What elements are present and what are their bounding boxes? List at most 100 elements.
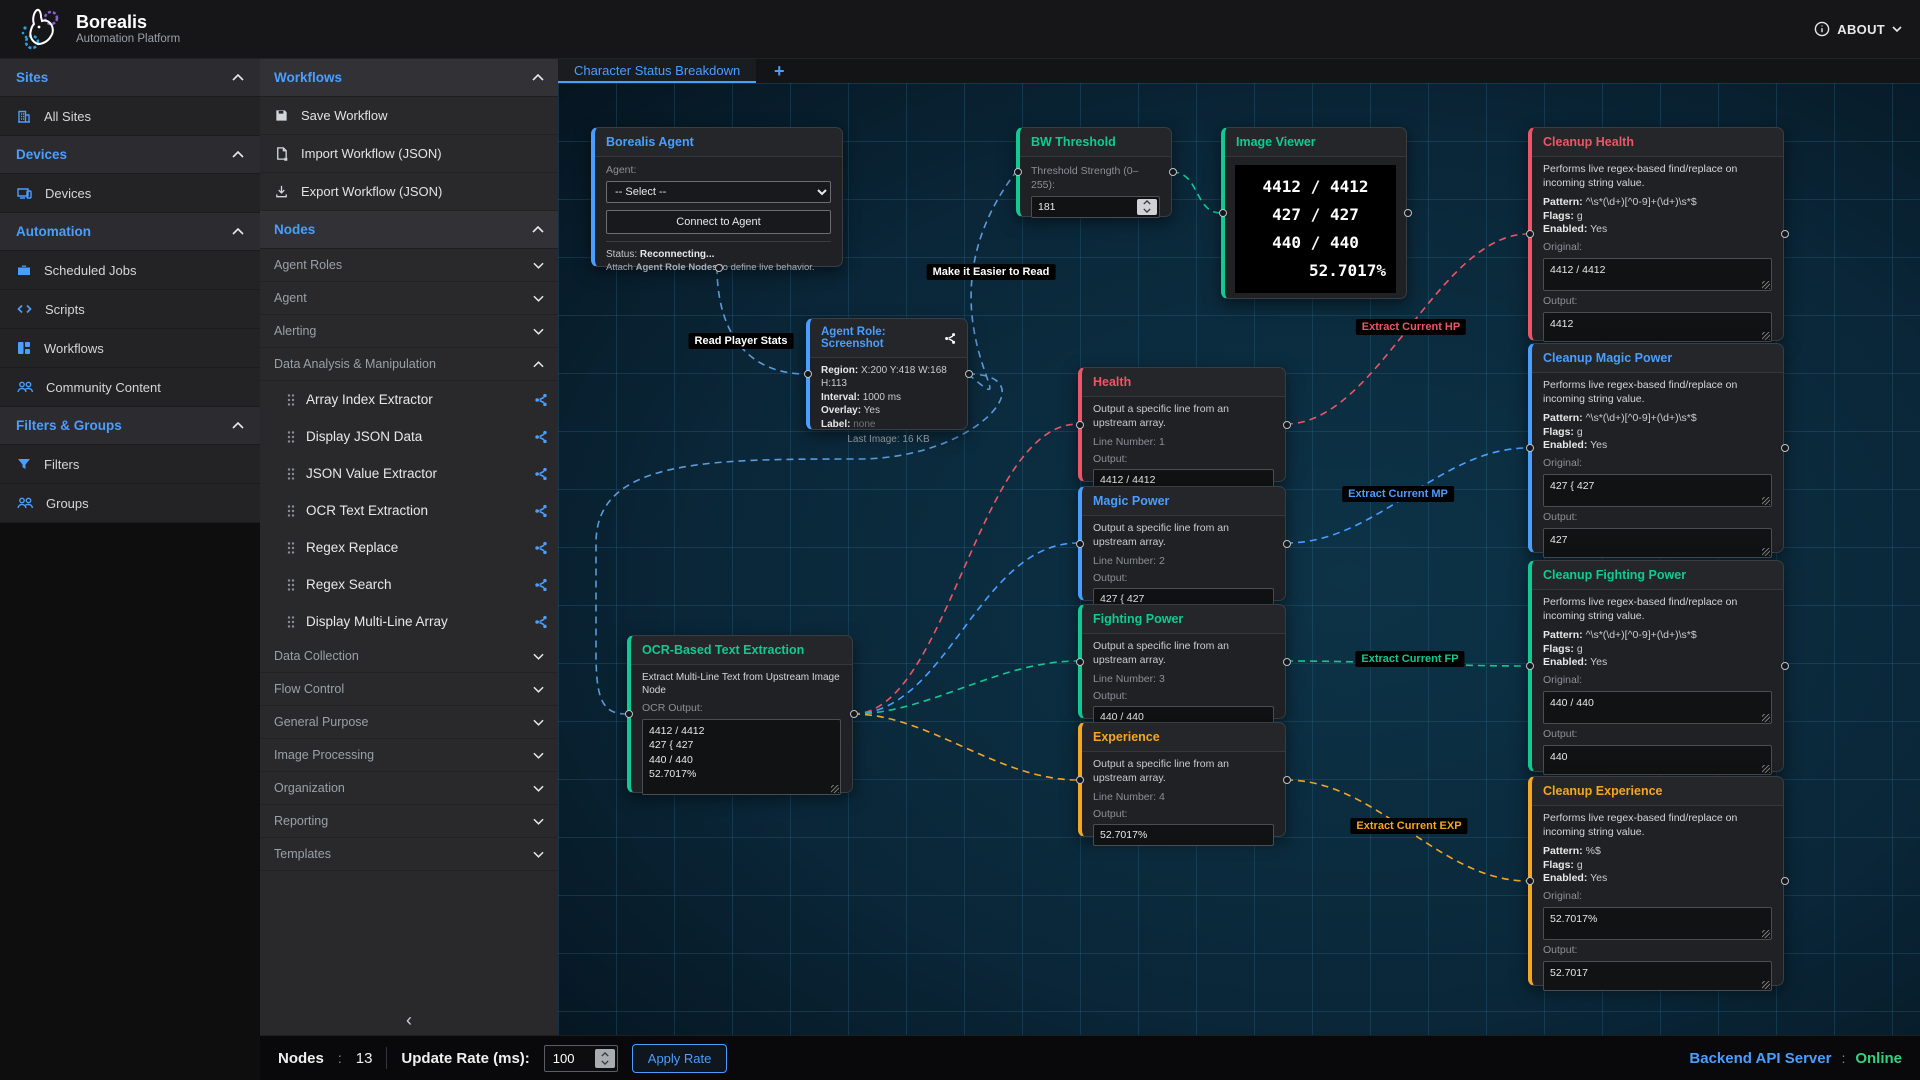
node-magic-power[interactable]: Magic Power Output a specific line from … [1078,486,1286,601]
node-experience[interactable]: Experience Output a specific line from a… [1078,722,1286,837]
output-value-input[interactable] [1093,824,1274,846]
category-alerting[interactable]: Alerting [260,315,558,348]
original-textarea[interactable] [1543,474,1772,507]
sidebar-section-filters-groups[interactable]: Filters & Groups [0,407,260,445]
node-agent-role-screenshot[interactable]: Agent Role: Screenshot Region: X:200 Y:4… [806,318,968,430]
ocr-output-textarea[interactable] [642,719,841,795]
original-textarea[interactable] [1543,258,1772,291]
connect-to-agent-button[interactable]: Connect to Agent [606,210,831,234]
import-workflow-button[interactable]: Import Workflow (JSON) [260,135,558,173]
sidebar-section-sites[interactable]: Sites [0,59,260,97]
spinner-buttons[interactable] [595,1049,615,1068]
input-port[interactable] [1076,776,1084,784]
original-textarea[interactable] [1543,691,1772,724]
category-agent-roles[interactable]: Agent Roles [260,249,558,282]
palette-node-array-index-extractor[interactable]: Array Index Extractor [260,381,558,418]
sidebar-item-all-sites[interactable]: All Sites [0,97,260,136]
node-bw-threshold[interactable]: BW Threshold Threshold Strength (0–255): [1016,127,1172,217]
edge-label-extract-current-hp[interactable]: Extract Current HP [1356,319,1466,335]
palette-node-ocr-text-extraction[interactable]: OCR Text Extraction [260,492,558,529]
node-health[interactable]: Health Output a specific line from an up… [1078,367,1286,482]
update-rate-stepper[interactable] [544,1045,618,1072]
category-general-purpose[interactable]: General Purpose [260,706,558,739]
original-textarea[interactable] [1543,907,1772,940]
workflow-canvas[interactable]: Read Player Stats Make it Easier to Read… [558,83,1920,1035]
output-textarea[interactable] [1543,745,1772,775]
category-data-collection[interactable]: Data Collection [260,640,558,673]
output-port[interactable] [1283,776,1291,784]
node-fighting-power[interactable]: Fighting Power Output a specific line fr… [1078,604,1286,719]
output-textarea[interactable] [1543,961,1772,991]
palette-node-regex-search[interactable]: Regex Search [260,566,558,603]
export-workflow-button[interactable]: Export Workflow (JSON) [260,173,558,211]
apply-rate-button[interactable]: Apply Rate [632,1044,728,1073]
sidebar-item-workflows[interactable]: Workflows [0,329,260,368]
palette-node-json-value-extractor[interactable]: JSON Value Extractor [260,455,558,492]
collapse-panel-button[interactable]: ‹ [260,1005,558,1035]
node-cleanup-health[interactable]: Cleanup Health Performs live regex-based… [1528,127,1784,341]
sidebar-item-scripts[interactable]: Scripts [0,290,260,329]
node-ocr-text-extraction[interactable]: OCR-Based Text Extraction Extract Multi-… [627,635,853,793]
input-port[interactable] [1076,421,1084,429]
sidebar-item-groups[interactable]: Groups [0,484,260,523]
output-port[interactable] [1404,209,1412,217]
category-image-processing[interactable]: Image Processing [260,739,558,772]
input-port[interactable] [1526,877,1534,885]
category-templates[interactable]: Templates [260,838,558,871]
input-port[interactable] [1076,658,1084,666]
sidebar-item-devices[interactable]: Devices [0,174,260,213]
input-port[interactable] [1014,168,1022,176]
category-reporting[interactable]: Reporting [260,805,558,838]
output-port[interactable] [1169,168,1177,176]
agent-select[interactable]: -- Select -- [606,181,831,203]
sidebar-item-scheduled-jobs[interactable]: Scheduled Jobs [0,251,260,290]
output-port[interactable] [1781,230,1789,238]
sidebar-section-automation[interactable]: Automation [0,213,260,251]
workflows-header[interactable]: Workflows [260,59,558,97]
node-image-viewer[interactable]: Image Viewer 4412 / 4412 427 / 427 440 /… [1221,127,1407,299]
sidebar-item-filters[interactable]: Filters [0,445,260,484]
category-flow-control[interactable]: Flow Control [260,673,558,706]
output-port[interactable] [1781,877,1789,885]
output-port[interactable] [965,370,973,378]
sidebar-item-community-content[interactable]: Community Content [0,368,260,407]
output-textarea[interactable] [1543,312,1772,342]
node-cleanup-experience[interactable]: Cleanup Experience Performs live regex-b… [1528,776,1784,986]
palette-node-display-multi-line-array[interactable]: Display Multi-Line Array [260,603,558,640]
edge-label-extract-current-mp[interactable]: Extract Current MP [1342,486,1454,502]
input-port[interactable] [625,710,633,718]
edge-label-extract-current-fp[interactable]: Extract Current FP [1355,651,1464,667]
output-port[interactable] [1283,421,1291,429]
palette-node-regex-replace[interactable]: Regex Replace [260,529,558,566]
input-port[interactable] [1526,444,1534,452]
category-data-analysis[interactable]: Data Analysis & Manipulation [260,348,558,381]
edge-label-extract-current-exp[interactable]: Extract Current EXP [1350,818,1467,834]
input-port[interactable] [1076,540,1084,548]
output-port[interactable] [1283,658,1291,666]
save-workflow-button[interactable]: Save Workflow [260,97,558,135]
input-port[interactable] [1526,230,1534,238]
input-port[interactable] [1526,662,1534,670]
node-borealis-agent[interactable]: Borealis Agent Agent: -- Select -- Conne… [591,127,843,267]
sidebar-section-devices[interactable]: Devices [0,136,260,174]
node-cleanup-magic-power[interactable]: Cleanup Magic Power Performs live regex-… [1528,343,1784,553]
category-agent[interactable]: Agent [260,282,558,315]
output-port[interactable] [1781,444,1789,452]
input-port[interactable] [1219,209,1227,217]
add-tab-button[interactable]: + [756,59,802,83]
output-textarea[interactable] [1543,528,1772,558]
about-menu[interactable]: ABOUT [1814,21,1902,37]
output-port[interactable] [850,710,858,718]
share-icon[interactable] [944,332,956,345]
output-port[interactable] [715,264,723,272]
spinner-buttons[interactable] [1137,199,1157,215]
palette-node-display-json-data[interactable]: Display JSON Data [260,418,558,455]
input-port[interactable] [804,370,812,378]
tab-character-status-breakdown[interactable]: Character Status Breakdown [558,59,756,83]
category-organization[interactable]: Organization [260,772,558,805]
output-port[interactable] [1283,540,1291,548]
edge-label-read-player-stats[interactable]: Read Player Stats [689,333,794,349]
nodes-header[interactable]: Nodes [260,211,558,249]
threshold-stepper[interactable] [1031,196,1160,218]
node-cleanup-fighting-power[interactable]: Cleanup Fighting Power Performs live reg… [1528,560,1784,772]
